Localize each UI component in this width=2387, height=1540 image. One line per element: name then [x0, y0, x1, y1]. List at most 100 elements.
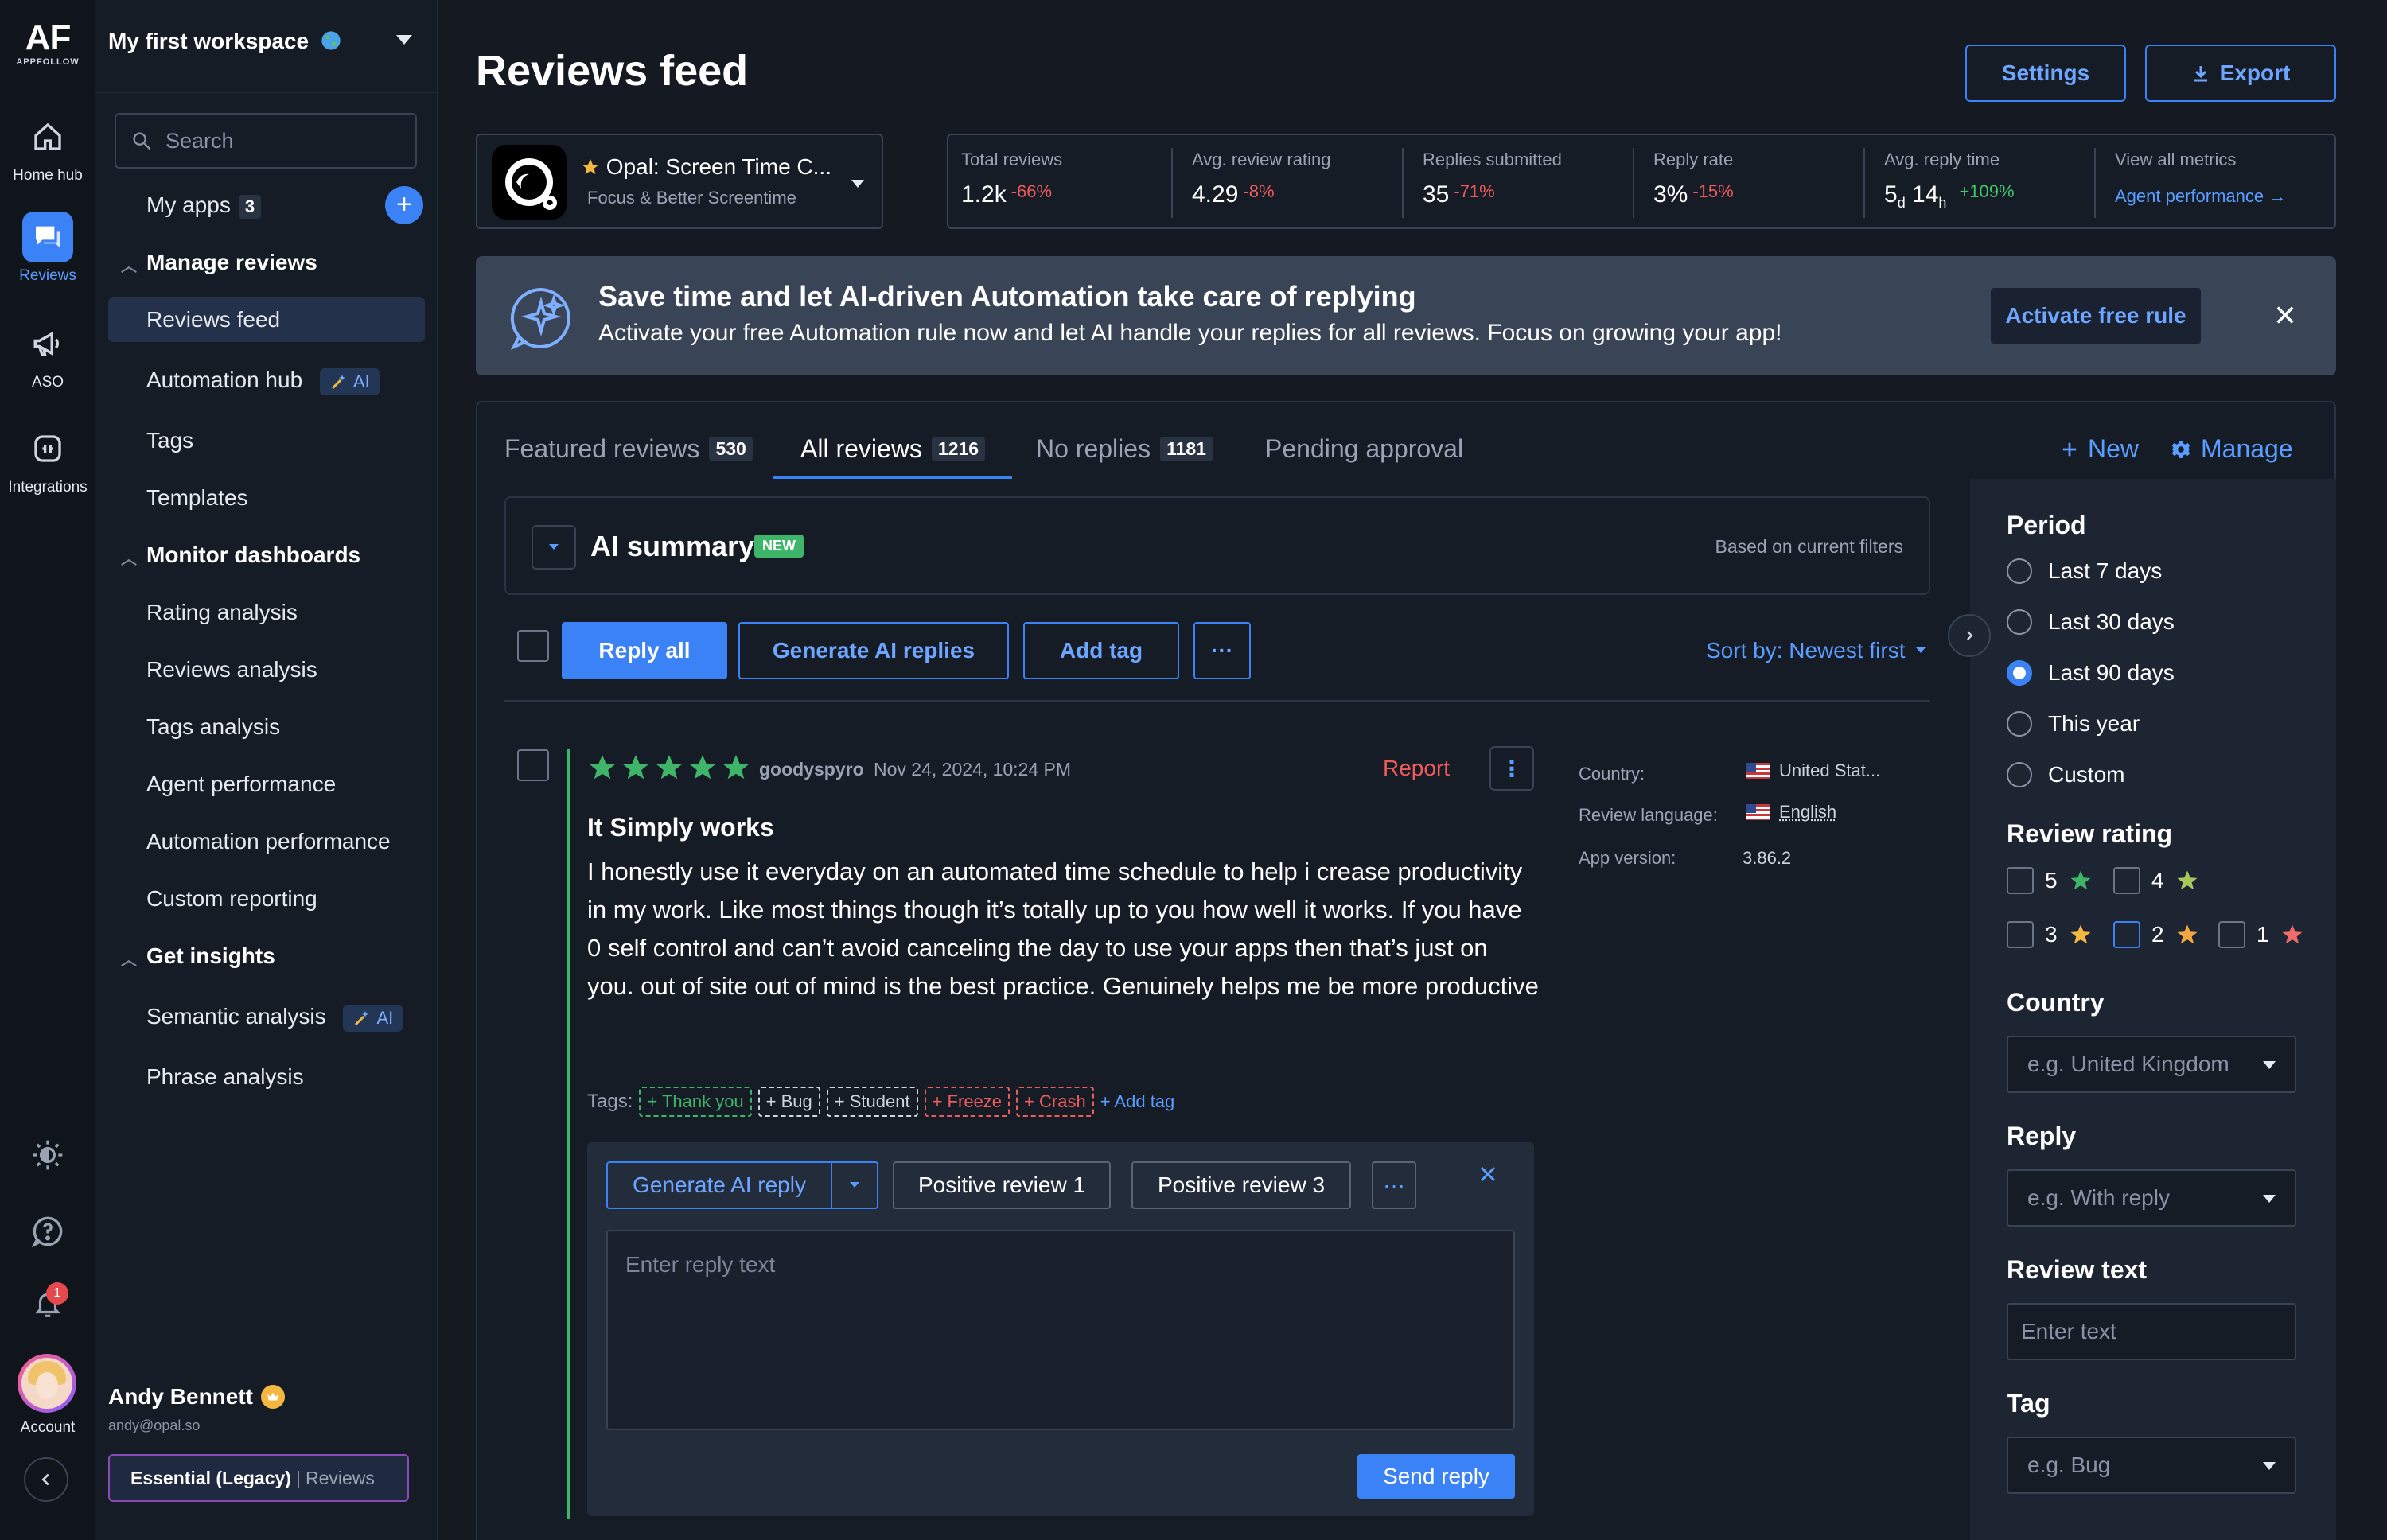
section-manage-reviews[interactable]: ︿ Manage reviews: [121, 250, 317, 275]
appfollow-logo[interactable]: AF APPFOLLOW: [0, 19, 95, 68]
sidebar-item-tags-analysis[interactable]: Tags analysis: [146, 714, 280, 740]
add-tag-link[interactable]: + Add tag: [1100, 1091, 1175, 1112]
metric-avg-rating[interactable]: Avg. review rating 4.29 -8%: [1192, 150, 1330, 208]
rail-aso[interactable]: ASO: [0, 318, 95, 391]
metric-total-reviews[interactable]: Total reviews 1.2k -66%: [961, 150, 1062, 208]
more-actions-button[interactable]: ···: [1194, 622, 1251, 679]
rating-value: 4: [2151, 868, 2164, 892]
plus-icon: [2062, 442, 2077, 456]
new-tab-button[interactable]: New: [2061, 434, 2139, 464]
tab-all-reviews[interactable]: All reviews 1216: [800, 434, 986, 464]
add-app-button[interactable]: +: [385, 186, 423, 224]
close-reply-button[interactable]: [1472, 1158, 1504, 1190]
avatar[interactable]: [18, 1354, 76, 1413]
rail-reviews[interactable]: Reviews: [0, 212, 95, 285]
tag-chip[interactable]: + Crash: [1016, 1087, 1094, 1117]
sidebar-item-reviews-analysis[interactable]: Reviews analysis: [146, 657, 317, 682]
chevron-down-icon: [850, 1182, 859, 1188]
send-reply-button[interactable]: Send reply: [1357, 1454, 1515, 1499]
rating-filter-5[interactable]: 5: [2007, 867, 2093, 894]
review-author[interactable]: goodyspyro: [759, 759, 864, 780]
sidebar-item-automation-hub[interactable]: Automation hub AI: [146, 368, 380, 395]
tag-chip[interactable]: + Student: [826, 1087, 918, 1117]
tab-no-replies[interactable]: No replies 1181: [1036, 434, 1213, 464]
reviews-icon: [22, 212, 73, 262]
rating-filter-2[interactable]: 2: [2113, 921, 2199, 948]
rating-filter-4[interactable]: 4: [2113, 867, 2199, 894]
review-text-input[interactable]: [2007, 1303, 2296, 1360]
metric-change: +109%: [1959, 181, 2015, 201]
sidebar-item-custom-reporting[interactable]: Custom reporting: [146, 886, 317, 912]
tab-featured-reviews[interactable]: Featured reviews 530: [504, 434, 753, 464]
more-templates-button[interactable]: ···: [1372, 1161, 1416, 1209]
workspace-caret-icon[interactable]: [396, 35, 412, 45]
section-label: Get insights: [146, 943, 275, 968]
radio-this-year[interactable]: This year: [2007, 711, 2140, 737]
country-select[interactable]: e.g. United Kingdom: [2007, 1036, 2296, 1093]
section-monitor-dashboards[interactable]: ︿ Monitor dashboards: [121, 542, 360, 568]
add-tag-button[interactable]: Add tag: [1023, 622, 1179, 679]
review-menu-button[interactable]: ⋮: [1489, 746, 1534, 791]
reply-select[interactable]: e.g. With reply: [2007, 1169, 2296, 1227]
tab-pending-approval[interactable]: Pending approval: [1265, 434, 1463, 464]
tag-chip[interactable]: + Freeze: [924, 1087, 1010, 1117]
review-checkbox[interactable]: [517, 749, 549, 781]
sidebar-item-reviews-feed[interactable]: Reviews feed: [146, 307, 280, 332]
select-all-checkbox[interactable]: [517, 630, 549, 662]
export-button[interactable]: Export: [2145, 45, 2336, 102]
collapse-sidebar-button[interactable]: [24, 1457, 68, 1502]
chevron-right-icon: [1966, 630, 1973, 641]
sidebar-item-automation-performance[interactable]: Automation performance: [146, 829, 391, 854]
tag-chip[interactable]: + Bug: [757, 1087, 820, 1117]
tag-select[interactable]: e.g. Bug: [2007, 1437, 2296, 1494]
collapse-filters-button[interactable]: [1948, 614, 1991, 657]
metric-replies[interactable]: Replies submitted 35 -71%: [1423, 150, 1562, 208]
metric-reply-time[interactable]: Avg. reply time 5d 14h +109%: [1884, 150, 2015, 212]
radio-custom[interactable]: Custom: [2007, 762, 2124, 788]
sidebar-item-rating-analysis[interactable]: Rating analysis: [146, 600, 298, 625]
agent-performance-link[interactable]: Agent performance →: [2115, 186, 2286, 207]
divider: [1863, 148, 1865, 218]
template-positive-review-1[interactable]: Positive review 1: [893, 1161, 1111, 1209]
sidebar-item-my-apps[interactable]: My apps 3: [146, 192, 262, 219]
ai-summary-toggle[interactable]: [532, 525, 576, 570]
settings-button[interactable]: Settings: [1965, 45, 2126, 102]
workspace-selector[interactable]: My first workspace: [108, 29, 342, 54]
app-selector[interactable]: Opal: Screen Time C... Focus & Better Sc…: [476, 134, 883, 229]
generate-options-dropdown[interactable]: [832, 1163, 877, 1208]
reply-all-button[interactable]: Reply all: [562, 622, 727, 679]
search-box[interactable]: [115, 113, 417, 169]
report-link[interactable]: Report: [1383, 756, 1450, 781]
sidebar-item-templates[interactable]: Templates: [146, 485, 248, 511]
sidebar-item-semantic-analysis[interactable]: Semantic analysis AI: [146, 1004, 403, 1032]
radio-last-7-days[interactable]: Last 7 days: [2007, 558, 2162, 584]
metric-reply-rate[interactable]: Reply rate 3% -15%: [1653, 150, 1734, 208]
rail-home-hub[interactable]: Home hub: [0, 111, 95, 185]
radio-last-90-days[interactable]: Last 90 days: [2007, 660, 2175, 686]
metric-hours-unit: h: [1938, 195, 1947, 211]
sidebar-item-agent-performance[interactable]: Agent performance: [146, 772, 336, 797]
tag-chip[interactable]: + Thank you: [639, 1087, 752, 1117]
theme-toggle-icon[interactable]: [22, 1130, 73, 1180]
activate-free-rule-button[interactable]: Activate free rule: [1991, 288, 2201, 344]
generate-ai-reply-button[interactable]: Generate AI reply: [608, 1163, 832, 1208]
sidebar-item-tags[interactable]: Tags: [146, 428, 193, 453]
language-text[interactable]: English: [1779, 802, 1836, 822]
language-value: English: [1746, 802, 1836, 822]
help-icon[interactable]: [22, 1206, 73, 1257]
plan-badge[interactable]: Essential (Legacy) | Reviews: [108, 1454, 409, 1502]
rating-filter-3[interactable]: 3: [2007, 921, 2093, 948]
page-scrollbar[interactable]: [2374, 0, 2387, 1540]
sort-dropdown[interactable]: Sort by: Newest first: [1706, 638, 1926, 663]
rail-integrations[interactable]: Integrations: [0, 423, 95, 496]
close-banner-button[interactable]: [2268, 298, 2303, 332]
generate-ai-replies-button[interactable]: Generate AI replies: [738, 622, 1009, 679]
sidebar-item-phrase-analysis[interactable]: Phrase analysis: [146, 1064, 304, 1090]
search-input[interactable]: [165, 128, 404, 154]
reply-textarea[interactable]: [606, 1230, 1515, 1430]
manage-tabs-button[interactable]: Manage: [2171, 434, 2293, 464]
rating-filter-1[interactable]: 1: [2218, 921, 2304, 948]
section-get-insights[interactable]: ︿ Get insights: [121, 943, 275, 969]
radio-last-30-days[interactable]: Last 30 days: [2007, 609, 2175, 635]
template-positive-review-3[interactable]: Positive review 3: [1131, 1161, 1351, 1209]
